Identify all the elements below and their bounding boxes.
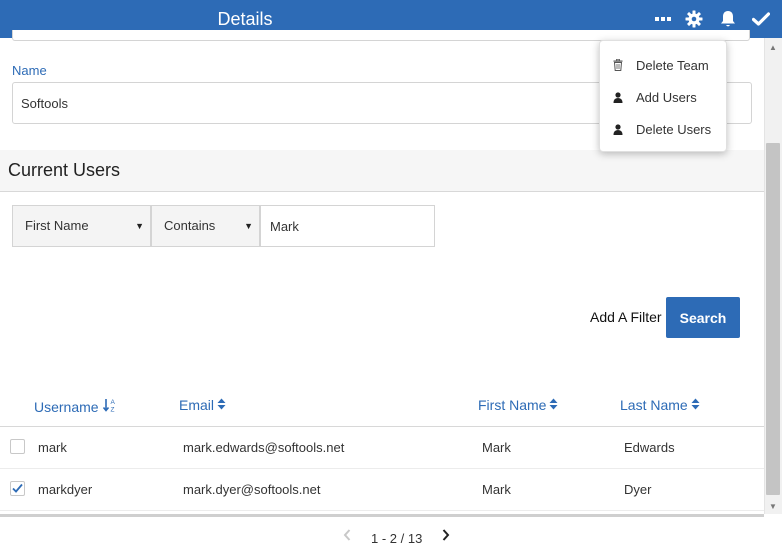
more-icon[interactable] xyxy=(652,8,674,30)
column-label: Last Name xyxy=(620,397,688,413)
gear-icon[interactable] xyxy=(683,8,705,30)
cell-first-name: Mark xyxy=(482,482,511,497)
column-header-last-name[interactable]: Last Name xyxy=(620,397,700,413)
menu-item-add-users[interactable]: Add Users xyxy=(600,82,728,112)
horizontal-scrollbar[interactable] xyxy=(0,514,764,517)
menu-item-label: Add Users xyxy=(636,89,697,105)
user-icon xyxy=(600,123,636,135)
column-header-email[interactable]: Email xyxy=(179,397,226,413)
sort-ascending-icon: A Z xyxy=(102,397,118,416)
row-checkbox[interactable] xyxy=(10,439,25,454)
column-header-first-name[interactable]: First Name xyxy=(478,397,558,413)
menu-item-label: Delete Users xyxy=(636,121,712,137)
cell-username: mark xyxy=(38,440,67,455)
caret-down-icon: ▼ xyxy=(135,221,144,231)
trash-icon xyxy=(600,59,636,71)
svg-text:A: A xyxy=(110,399,115,406)
row-divider xyxy=(0,510,764,511)
next-page-icon[interactable] xyxy=(441,528,451,547)
checkmark-icon xyxy=(12,483,23,493)
current-users-header: Current Users xyxy=(0,150,764,192)
sort-icon xyxy=(217,397,226,413)
search-button[interactable]: Search xyxy=(666,297,740,338)
column-label: First Name xyxy=(478,397,547,413)
svg-text:Z: Z xyxy=(110,407,114,414)
table-header-divider xyxy=(0,426,764,427)
name-label: Name xyxy=(12,63,47,78)
sort-icon xyxy=(549,397,558,413)
bell-icon[interactable] xyxy=(717,8,739,30)
filter-value-input[interactable] xyxy=(260,205,435,247)
cell-last-name: Edwards xyxy=(624,440,675,455)
cell-last-name: Dyer xyxy=(624,482,652,497)
scroll-up-icon[interactable]: ▲ xyxy=(766,43,780,52)
section-title: Current Users xyxy=(8,160,121,180)
check-icon[interactable] xyxy=(750,8,772,30)
column-header-username[interactable]: Username A Z xyxy=(34,397,118,416)
filter-operator-select[interactable]: Contains ▼ xyxy=(151,205,260,247)
scroll-down-icon[interactable]: ▼ xyxy=(766,502,780,511)
filter-operator-value: Contains xyxy=(164,218,216,233)
add-filter-link[interactable]: Add A Filter xyxy=(590,309,662,325)
row-checkbox[interactable] xyxy=(10,481,25,496)
scrollbar-thumb[interactable] xyxy=(766,143,780,495)
caret-down-icon: ▼ xyxy=(244,221,253,231)
row-divider xyxy=(0,468,764,469)
menu-item-label: Delete Team xyxy=(636,57,709,73)
filter-field-select[interactable]: First Name ▼ xyxy=(12,205,151,247)
menu-item-delete-users[interactable]: Delete Users xyxy=(600,114,728,144)
sort-icon xyxy=(691,397,700,413)
cell-email: mark.dyer@softools.net xyxy=(183,482,321,497)
column-label: Email xyxy=(179,397,215,413)
column-label: Username xyxy=(34,398,99,415)
cell-first-name: Mark xyxy=(482,440,511,455)
cell-username: markdyer xyxy=(38,482,93,497)
user-icon xyxy=(600,91,636,103)
menu-item-delete-team[interactable]: Delete Team xyxy=(600,50,728,80)
filter-field-value: First Name xyxy=(25,218,89,233)
cell-email: mark.edwards@softools.net xyxy=(183,440,345,455)
actions-menu: Delete Team Add Users Delete Users xyxy=(599,40,727,152)
page-indicator: 1 - 2 / 13 xyxy=(371,531,423,546)
previous-page-icon[interactable] xyxy=(342,528,352,547)
